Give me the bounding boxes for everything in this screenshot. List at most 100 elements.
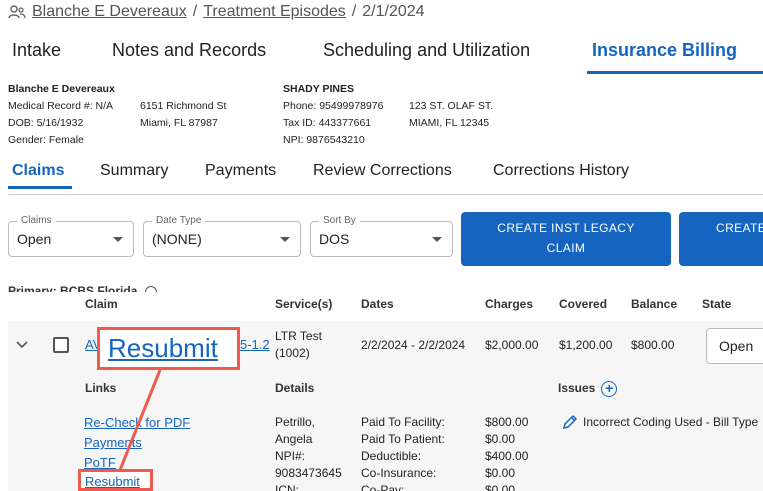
facility-info: SHADY PINES Phone: 95499978976 Tax ID: 4…	[283, 81, 383, 149]
date-type-select[interactable]: Date Type (NONE)	[143, 215, 301, 257]
charges-cell: $2,000.00	[485, 338, 539, 352]
claims-filter-select[interactable]: Claims Open	[8, 215, 134, 257]
patient-address-line2: Miami, FL 87987	[140, 117, 218, 129]
provider-npi-value: 9083473645	[275, 466, 342, 480]
provider-icn-label: ICN:	[275, 483, 299, 491]
issues-header-label: Issues	[558, 381, 596, 396]
tab-insurance-billing[interactable]: Insurance Billing	[592, 40, 737, 61]
co-pay-value: $0.00	[485, 483, 516, 491]
tab-intake[interactable]: Intake	[12, 40, 61, 61]
payment-detail-values: $800.00 $0.00 $400.00 $0.00 $0.00	[485, 414, 528, 491]
chevron-down-icon	[113, 237, 123, 242]
deductible-value: $400.00	[485, 449, 529, 463]
provider-npi-label: NPI#:	[275, 449, 306, 463]
patient-address: 6151 Richmond St Miami, FL 87987	[140, 98, 226, 132]
breadcrumb-separator: /	[351, 3, 357, 20]
deductible-label: Deductible:	[361, 449, 422, 463]
facility-npi: NPI: 9876543210	[283, 134, 365, 146]
resubmit-callout-large[interactable]: Resubmit	[97, 327, 240, 370]
paid-to-facility-value: $800.00	[485, 415, 529, 429]
create-inst-legacy-claim-button[interactable]: CREATE INST LEGACY CLAIM	[461, 212, 671, 266]
provider-last-name: Petrillo,	[275, 415, 316, 429]
chevron-down-icon	[280, 237, 290, 242]
create-inst-legacy-claim-label: CREATE INST LEGACY CLAIM	[497, 221, 635, 255]
issues-header: Issues +	[558, 381, 618, 397]
paid-to-patient-label: Paid To Patient:	[361, 432, 445, 446]
sort-by-select[interactable]: Sort By DOS	[310, 215, 453, 257]
column-header-covered[interactable]: Covered	[559, 297, 607, 311]
primary-insurer: Primary: BCBS Florida	[8, 284, 157, 292]
recheck-pdf-link[interactable]: Re-Check for PDF	[84, 415, 190, 430]
payment-detail-labels: Paid To Facility: Paid To Patient: Deduc…	[361, 414, 445, 491]
tab-payments[interactable]: Payments	[205, 162, 276, 180]
patient-dob: DOB: 5/16/1932	[8, 117, 84, 129]
active-subtab-indicator	[8, 186, 72, 189]
patient-info: Blanche E Devereaux Medical Record #: N/…	[8, 81, 115, 149]
column-header-state[interactable]: State	[702, 297, 731, 311]
date-type-label: Date Type	[152, 215, 206, 226]
claims-filter-label: Claims	[17, 215, 56, 226]
chevron-down-icon	[432, 237, 442, 242]
service-cell: LTR Test (1002)	[275, 328, 322, 362]
balance-cell: $800.00	[631, 338, 675, 352]
breadcrumb-section-link[interactable]: Treatment Episodes	[203, 3, 346, 21]
tab-notes-and-records[interactable]: Notes and Records	[112, 40, 266, 61]
info-circle-icon[interactable]	[144, 285, 157, 292]
co-pay-label: Co-Pay:	[361, 483, 405, 491]
facility-tax-id: Tax ID: 443377661	[283, 117, 372, 129]
user-group-icon	[8, 5, 26, 19]
tab-claims[interactable]: Claims	[12, 162, 64, 180]
claim-id-link-suffix[interactable]: 5-1.2	[240, 337, 270, 352]
patient-gender: Gender: Female	[8, 134, 84, 146]
breadcrumb-separator: /	[192, 3, 198, 20]
claims-filter-value: Open	[17, 231, 52, 247]
column-header-services[interactable]: Service(s)	[275, 297, 332, 311]
main-tabs: Intake Notes and Records Scheduling and …	[0, 38, 763, 74]
tab-corrections-history[interactable]: Corrections History	[493, 162, 629, 180]
patient-name: Blanche E Devereaux	[8, 83, 115, 95]
facility-address-line2: MIAMI, FL 12345	[409, 117, 490, 129]
dates-cell: 2/2/2024 - 2/2/2024	[361, 338, 466, 352]
tab-summary[interactable]: Summary	[100, 162, 168, 180]
patient-mrn: Medical Record #: N/A	[8, 100, 114, 112]
active-tab-indicator	[587, 71, 763, 74]
links-header: Links	[85, 381, 117, 395]
co-insurance-value: $0.00	[485, 466, 516, 480]
potf-link[interactable]: PoTF	[84, 455, 116, 470]
facility-name: SHADY PINES	[283, 83, 354, 95]
paid-to-facility-label: Paid To Facility:	[361, 415, 445, 429]
column-header-charges[interactable]: Charges	[485, 297, 533, 311]
covered-cell: $1,200.00	[559, 338, 613, 352]
breadcrumb-date: 2/1/2024	[362, 3, 425, 20]
column-header-balance[interactable]: Balance	[631, 297, 677, 311]
provider-details: Petrillo, Angela NPI#: 9083473645 ICN:	[275, 414, 342, 491]
service-name: LTR Test	[275, 329, 322, 343]
resubmit-large-label: Resubmit	[108, 333, 218, 363]
patient-address-line1: 6151 Richmond St	[140, 100, 227, 112]
sort-by-label: Sort By	[319, 215, 360, 226]
divider	[8, 194, 763, 195]
paid-to-patient-value: $0.00	[485, 432, 516, 446]
facility-address: 123 ST. OLAF ST. MIAMI, FL 12345	[409, 98, 493, 132]
chevron-down-icon[interactable]	[16, 338, 28, 350]
payments-link[interactable]: Payments	[84, 435, 142, 450]
column-header-dates[interactable]: Dates	[361, 297, 394, 311]
provider-first-name: Angela	[275, 432, 313, 446]
issue-text: Incorrect Coding Used - Bill Type	[583, 415, 759, 429]
sort-by-value: DOS	[319, 231, 350, 247]
tab-review-corrections[interactable]: Review Corrections	[313, 162, 452, 180]
resubmit-small-label: Resubmit	[85, 474, 140, 489]
create-claim-button[interactable]: CREATE	[679, 212, 763, 266]
facility-phone: Phone: 95499978976	[283, 100, 384, 112]
create-claim-label: CREATE	[716, 221, 763, 235]
tab-scheduling-and-utilization[interactable]: Scheduling and Utilization	[323, 40, 530, 61]
resubmit-link[interactable]: Resubmit	[78, 469, 153, 491]
claim-state-value: Open	[719, 338, 754, 354]
claim-state-select[interactable]: Open	[706, 328, 763, 364]
plus-circle-icon[interactable]: +	[601, 381, 618, 397]
row-select-checkbox[interactable]	[53, 337, 69, 353]
pencil-icon[interactable]	[562, 414, 578, 430]
breadcrumb-patient-link[interactable]: Blanche E Devereaux	[32, 3, 187, 21]
column-header-claim[interactable]: Claim	[85, 297, 118, 311]
breadcrumb: Blanche E Devereaux / Treatment Episodes…	[8, 3, 425, 21]
